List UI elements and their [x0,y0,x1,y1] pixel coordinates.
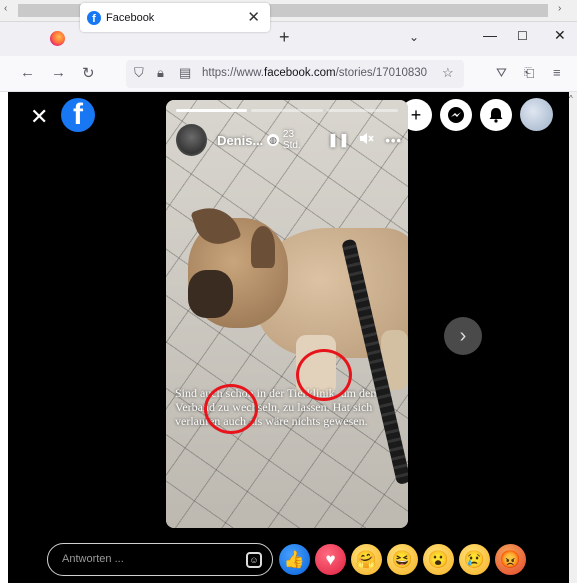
highlight-circle-paw [296,349,352,401]
pause-button[interactable]: ❚❚ [328,132,350,148]
care-emoji-icon: 🤗 [355,549,378,569]
reaction-like[interactable]: 👍 [279,544,310,575]
sticker-icon[interactable]: ☺ [246,552,262,568]
firefox-icon [50,31,65,46]
bookmark-star-icon[interactable]: ☆ [442,65,454,81]
window-close-button[interactable]: ✕ [554,27,566,44]
progress-segment [326,109,398,112]
tab-facebook[interactable]: f Facebook ✕ [80,3,270,32]
messenger-icon [448,107,464,123]
maximize-button[interactable]: ☐ [517,29,528,43]
reaction-haha[interactable]: 😆 [387,544,418,575]
reply-placeholder: Antworten ... [62,553,124,565]
sad-emoji-icon: 😢 [463,549,486,569]
shield-icon[interactable]: ⛉ [134,65,144,81]
heart-icon: ♥ [325,549,336,569]
reaction-sad[interactable]: 😢 [459,544,490,575]
close-story-button[interactable]: ✕ [30,104,48,130]
laugh-emoji-icon: 😆 [391,549,414,569]
story-card[interactable]: Denis... ◍ 23 Std. ❚❚ ••• Sind auch scho… [166,100,408,528]
back-button[interactable]: ← [20,64,35,81]
speaker-muted-icon [360,133,374,144]
menu-icon[interactable]: ≡ [553,65,561,80]
reaction-wow[interactable]: 😮 [423,544,454,575]
vertical-scrollbar[interactable]: ^ [569,92,577,583]
bell-icon [489,108,503,123]
new-tab-button[interactable]: + [279,27,290,48]
facebook-logo-icon[interactable]: f [61,98,95,132]
mute-button[interactable] [359,132,375,148]
dog-ear [251,226,275,268]
navigation-bar: ← → ↻ ⛉ 🔒︎ ▤ https://www.facebook.com/st… [0,56,577,92]
tab-list-chevron-icon[interactable]: ⌄ [409,30,419,44]
reaction-angry[interactable]: 😡 [495,544,526,575]
forward-button[interactable]: → [51,64,66,81]
author-avatar[interactable] [176,124,208,156]
messenger-button[interactable] [440,99,472,131]
globe-icon: ◍ [267,134,279,146]
facebook-favicon-icon: f [87,10,101,25]
author-name[interactable]: Denis... [217,133,263,148]
dog-muzzle [188,270,233,318]
account-avatar[interactable] [520,98,553,131]
reaction-care[interactable]: 🤗 [351,544,382,575]
reader-icon[interactable]: ▤ [179,65,191,81]
reload-button[interactable]: ↻ [82,64,95,82]
pocket-icon[interactable]: ⛛ [496,65,507,81]
progress-segment [251,109,323,112]
story-progress [176,109,398,112]
next-story-button[interactable]: › [444,317,482,355]
tab-title: Facebook [106,11,155,24]
lock-icon[interactable]: 🔒︎ [157,65,164,81]
highlight-circle-text [204,384,258,434]
extensions-icon[interactable]: ⎗ [524,65,534,81]
progress-segment [176,109,248,112]
scroll-left-icon[interactable]: ‹ [4,3,7,14]
story-time: 23 Std. [282,129,301,151]
url-bar[interactable]: ⛉ 🔒︎ ▤ https://www.facebook.com/stories/… [126,60,464,88]
wow-emoji-icon: 😮 [427,549,450,569]
scroll-right-icon[interactable]: › [558,3,561,14]
scroll-up-icon[interactable]: ^ [569,94,573,103]
minimize-button[interactable]: — [483,27,497,43]
reaction-love[interactable]: ♥ [315,544,346,575]
story-viewer: ✕ f + Denis... ◍ 23 Std. ❚❚ ••• Sind auc… [8,92,569,583]
tab-close-icon[interactable]: ✕ [247,8,260,26]
reply-input[interactable]: Antworten ... ☺ [47,543,273,576]
thumbs-up-icon: 👍 [283,549,306,569]
url-text[interactable]: https://www.facebook.com/stories/1701083… [202,67,438,79]
angry-emoji-icon: 😡 [499,549,522,569]
notifications-button[interactable] [480,99,512,131]
more-options-button[interactable]: ••• [385,133,402,148]
story-header: Denis... ◍ 23 Std. ❚❚ ••• [176,124,402,156]
